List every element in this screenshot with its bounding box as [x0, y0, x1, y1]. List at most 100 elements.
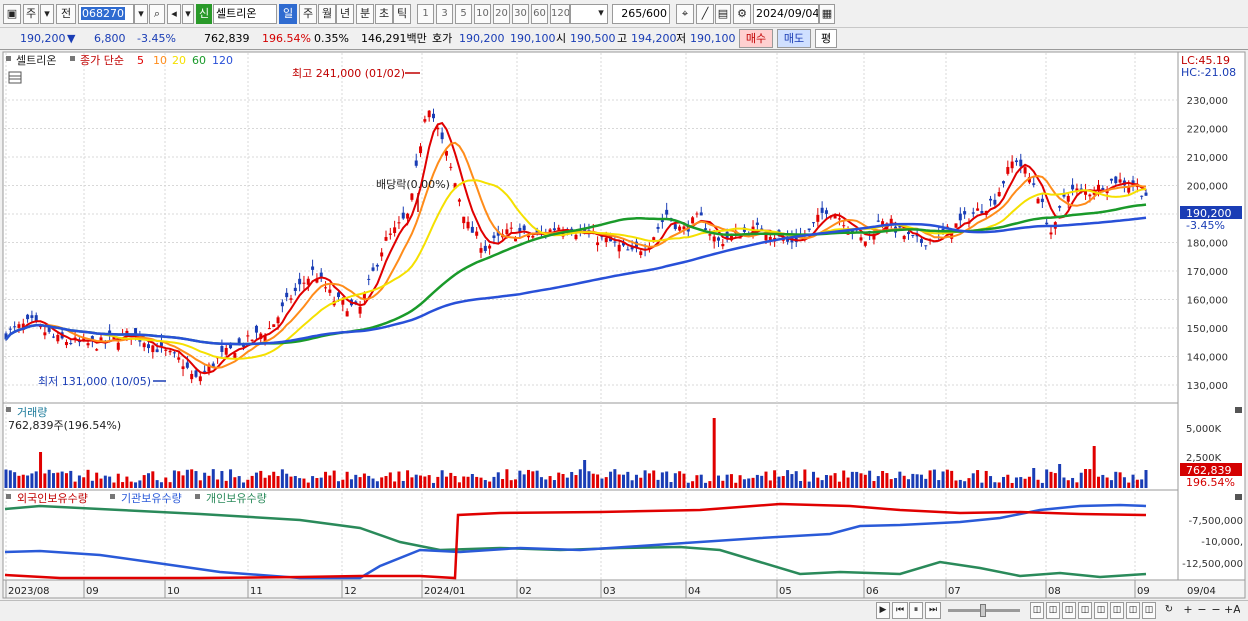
volume-bar — [4, 469, 8, 488]
volume-bar — [332, 470, 336, 488]
candle-body — [837, 218, 841, 220]
stock-name-field[interactable]: 셀트리온 — [213, 4, 277, 24]
interval-button-3[interactable]: 10 — [474, 4, 491, 24]
first-icon[interactable]: ⏮ — [892, 602, 908, 619]
candle-body — [423, 119, 427, 122]
legend-square-icon — [6, 407, 11, 412]
candle-body — [147, 344, 150, 349]
interval-button-5[interactable]: 30 — [512, 4, 529, 24]
sell-button[interactable]: 매도 — [777, 29, 811, 48]
candle-body — [1045, 222, 1049, 225]
zoom-slider-handle[interactable] — [980, 604, 986, 617]
period-button-4[interactable]: 분 — [356, 4, 374, 24]
volume-bar — [894, 478, 898, 488]
volume-bar — [751, 477, 755, 488]
layout-1-icon[interactable]: ◫ — [1030, 602, 1044, 619]
volume-bar — [1140, 479, 1144, 488]
down-arrow-icon: ▼ — [67, 32, 76, 45]
search-icon[interactable]: ⌕ — [149, 4, 165, 24]
scroll-right-icon[interactable]: ▶ — [876, 602, 890, 619]
gear-icon[interactable]: ⚙ — [733, 4, 751, 24]
candle-body — [30, 315, 34, 318]
candle-body — [285, 292, 289, 298]
volume-bar — [488, 481, 492, 488]
volume-bar — [1127, 482, 1131, 488]
period-button-2[interactable]: 월 — [318, 4, 336, 24]
pause-icon[interactable]: ⏸ — [909, 602, 923, 619]
x-axis-label: 09 — [86, 586, 99, 597]
volume-bar — [829, 475, 833, 488]
volume-bar — [39, 452, 43, 488]
stock-code-input[interactable]: 068270 — [78, 4, 134, 24]
interval-button-4[interactable]: 20 — [493, 4, 510, 24]
count-field[interactable]: 265/600 — [612, 4, 670, 24]
volume-bar — [470, 474, 474, 488]
candle-body — [393, 227, 397, 234]
reset-icon[interactable]: − — [1210, 602, 1222, 619]
x-axis-label: 03 — [603, 586, 616, 597]
eval-button[interactable]: 평 — [815, 29, 837, 48]
layout-5-icon[interactable]: ◫ — [1094, 602, 1108, 619]
volume-bar — [1023, 478, 1027, 488]
buy-button[interactable]: 매수 — [739, 29, 773, 48]
arrow-icon[interactable]: ↻ — [1162, 602, 1176, 619]
volume-bar — [203, 472, 207, 488]
layout-2-icon[interactable]: ◫ — [1046, 602, 1060, 619]
mode-dropdown-icon[interactable]: ▾ — [40, 4, 54, 24]
volume-bar — [945, 469, 949, 488]
draw-line-icon[interactable]: ╱ — [696, 4, 714, 24]
volume-bar — [764, 471, 768, 488]
prev-dropdown-icon[interactable]: ▾ — [182, 4, 194, 24]
candle-body — [488, 245, 492, 249]
date-field[interactable]: 2024/09/04 — [753, 4, 819, 24]
volume-bar — [1144, 470, 1148, 488]
volume-bar — [56, 472, 60, 488]
ma-title: 종가 단순 — [80, 54, 124, 67]
candle-body — [43, 332, 47, 336]
volume-bar — [60, 471, 64, 488]
volume-bar — [224, 480, 228, 488]
candle-body — [863, 241, 867, 246]
window-icon[interactable]: ▣ — [3, 4, 21, 24]
volume-bar — [328, 475, 332, 488]
period-button-5[interactable]: 초 — [375, 4, 393, 24]
speaker-icon[interactable]: ◂ — [167, 4, 181, 24]
interval-button-6[interactable]: 60 — [531, 4, 548, 24]
mode-selector[interactable]: 주 — [23, 4, 39, 24]
layout-4-icon[interactable]: ◫ — [1078, 602, 1092, 619]
candle-body — [1058, 206, 1062, 208]
period-button-3[interactable]: 년 — [336, 4, 354, 24]
volume-bar — [1105, 477, 1109, 488]
period-button-1[interactable]: 주 — [299, 4, 317, 24]
volume-bar — [544, 479, 548, 488]
candle-body — [665, 209, 669, 215]
font-size-icon[interactable]: +A — [1224, 602, 1240, 619]
stock-chart[interactable]: 230,000220,000210,000200,000190,000180,0… — [0, 50, 1248, 602]
volume-bar — [475, 476, 479, 488]
interval-button-1[interactable]: 3 — [436, 4, 453, 24]
quote-change-pct: -3.45% — [137, 32, 176, 45]
layout-8-icon[interactable]: ◫ — [1142, 602, 1156, 619]
volume-bar — [639, 477, 643, 488]
zoom-in-icon[interactable]: + — [1182, 602, 1194, 619]
code-dropdown-icon[interactable]: ▾ — [134, 4, 148, 24]
interval-button-0[interactable]: 1 — [417, 4, 434, 24]
calendar-icon[interactable]: ▦ — [819, 4, 835, 24]
save-icon[interactable]: ▤ — [715, 4, 731, 24]
crosshair-icon[interactable]: ⌖ — [676, 4, 694, 24]
last-icon[interactable]: ⏭ — [925, 602, 941, 619]
layout-7-icon[interactable]: ◫ — [1126, 602, 1140, 619]
volume-bar — [371, 478, 375, 488]
zoom-out-icon[interactable]: − — [1196, 602, 1208, 619]
period-button-6[interactable]: 틱 — [393, 4, 411, 24]
layout-3-icon[interactable]: ◫ — [1062, 602, 1076, 619]
volume-title: 거래량 — [17, 406, 47, 419]
volume-bar — [1002, 476, 1005, 488]
unit-dropdown-icon[interactable]: ▾ — [594, 4, 608, 24]
volume-bar — [1027, 476, 1031, 488]
period-button-0[interactable]: 일 — [279, 4, 297, 24]
ref-button[interactable]: 전 — [56, 4, 76, 24]
interval-button-7[interactable]: 120 — [550, 4, 570, 24]
layout-6-icon[interactable]: ◫ — [1110, 602, 1124, 619]
interval-button-2[interactable]: 5 — [455, 4, 472, 24]
